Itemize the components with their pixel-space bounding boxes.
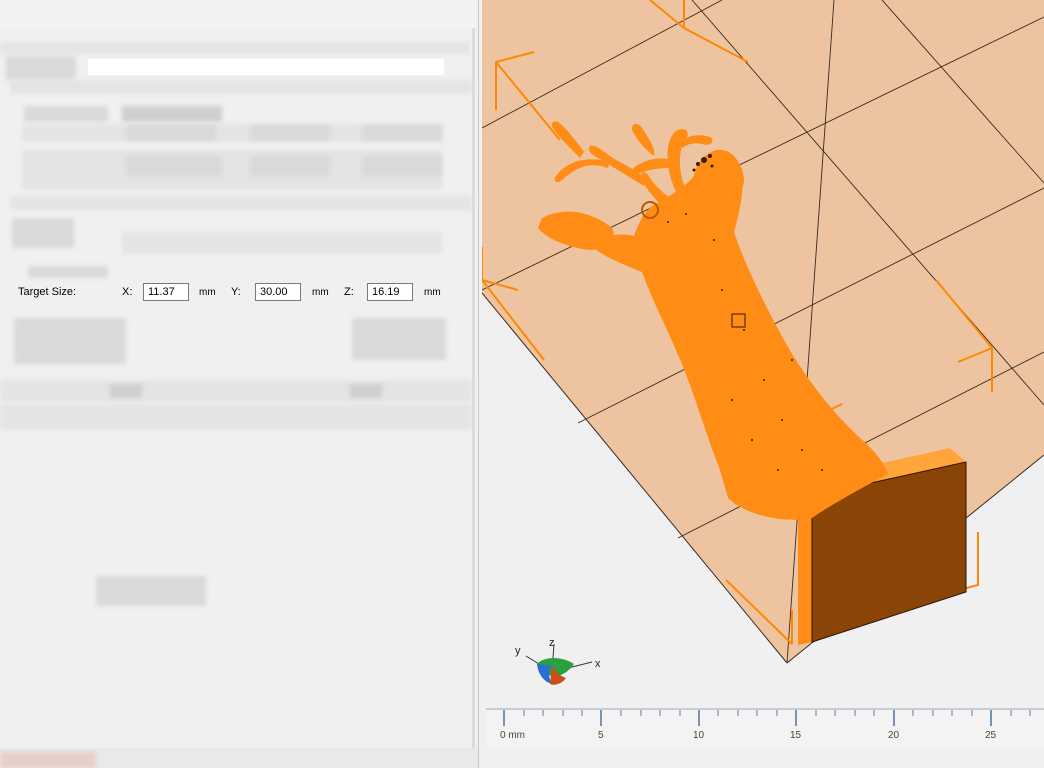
obscured-field xyxy=(88,59,444,75)
target-size-z-input[interactable] xyxy=(367,283,413,301)
gizmo-x-label: x xyxy=(595,658,601,670)
scale-ruler: 0 mm 5 10 15 20 25 xyxy=(486,708,1044,748)
obscured-tab xyxy=(6,56,76,80)
target-size-label: Target Size: xyxy=(18,286,77,298)
ruler-major-ticks xyxy=(503,710,992,726)
ruler-minor-ticks xyxy=(523,710,1031,716)
z-unit: mm xyxy=(424,287,441,298)
ruler-label-0: 0 mm xyxy=(500,730,525,741)
obscured-row xyxy=(10,196,472,210)
scale-panel: Target Size: X: mm Y: mm Z: mm xyxy=(0,0,480,768)
obscured-field xyxy=(362,125,442,141)
obscured-label xyxy=(24,106,108,122)
ruler-label-10: 10 xyxy=(693,730,705,741)
ruler-label-15: 15 xyxy=(790,730,802,741)
target-size-row: Target Size: X: mm Y: mm Z: mm xyxy=(0,282,472,304)
obscured-field xyxy=(250,125,330,141)
panel-header-strip xyxy=(0,0,476,28)
obscured-field xyxy=(126,125,216,141)
obscured-scrollbar xyxy=(0,380,472,402)
panel-border xyxy=(472,28,475,748)
obscured-field xyxy=(250,156,330,176)
obscured-option xyxy=(14,318,126,364)
ruler-label-20: 20 xyxy=(888,730,900,741)
obscured-label xyxy=(122,106,222,122)
y-unit: mm xyxy=(312,287,329,298)
obscured-label xyxy=(12,218,74,248)
target-size-y-input[interactable] xyxy=(255,283,301,301)
obscured-handle xyxy=(350,384,382,398)
obscured-row xyxy=(0,42,470,54)
gizmo-z-label: z xyxy=(549,637,555,649)
z-label: Z: xyxy=(344,286,354,298)
ruler-label-25: 25 xyxy=(985,730,997,741)
viewport-footer xyxy=(482,748,1044,768)
obscured-field xyxy=(126,156,222,176)
obscured-row xyxy=(0,404,472,430)
obscured-button xyxy=(96,576,206,606)
obscured-row xyxy=(10,80,472,94)
x-label: X: xyxy=(122,286,133,298)
obscured-field xyxy=(362,156,442,176)
x-unit: mm xyxy=(199,287,216,298)
3d-viewport[interactable]: x z y xyxy=(482,0,1044,708)
y-label: Y: xyxy=(231,286,241,298)
gizmo-y-label: y xyxy=(515,645,521,657)
target-size-x-input[interactable] xyxy=(143,283,189,301)
obscured-status xyxy=(0,752,96,768)
obscured-row xyxy=(122,232,442,254)
obscured-button xyxy=(352,318,446,360)
obscured-handle xyxy=(110,384,142,398)
panel-lower-area xyxy=(0,432,472,748)
obscured-label xyxy=(28,266,108,278)
ruler-label-5: 5 xyxy=(598,730,604,741)
